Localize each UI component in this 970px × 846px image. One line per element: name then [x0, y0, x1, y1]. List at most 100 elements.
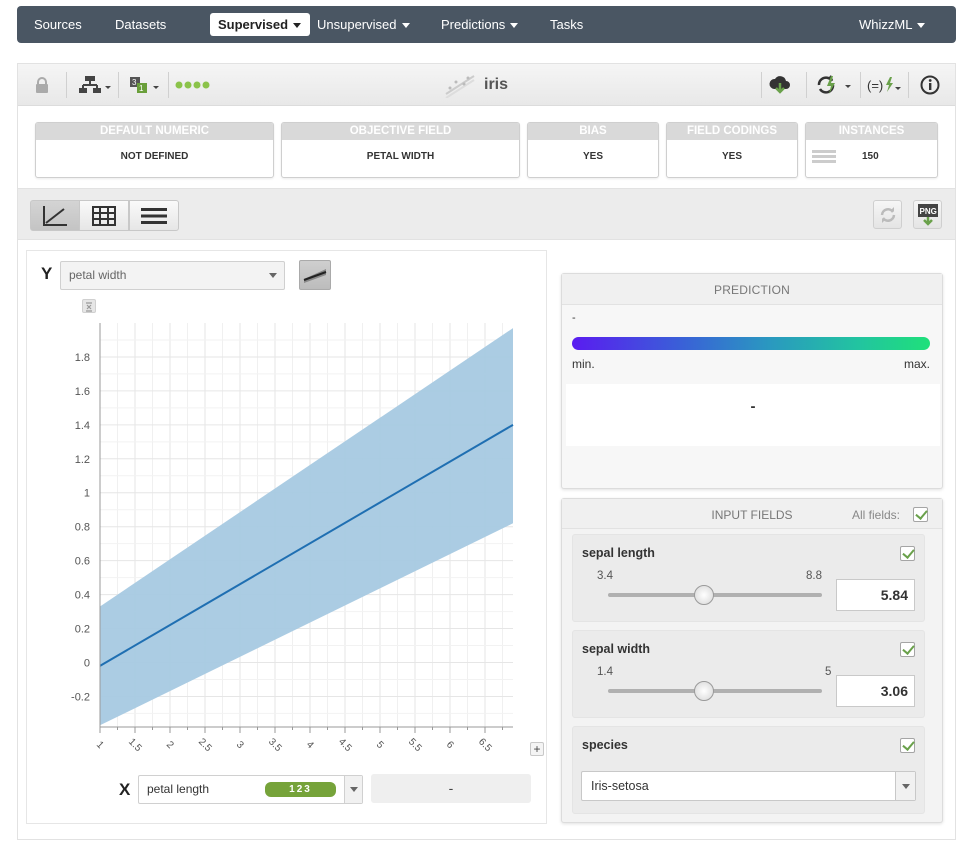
chevron-down-icon	[917, 23, 926, 29]
summary-header: BIAS	[528, 123, 658, 140]
status-dots-icon	[175, 71, 211, 99]
list-icon	[141, 207, 167, 224]
refresh-icon	[880, 206, 895, 223]
nav-tasks[interactable]: Tasks	[550, 6, 583, 43]
x-tick-label: 4	[304, 739, 316, 751]
x-value-display: -	[371, 774, 531, 803]
all-fields-label: All fields:	[851, 508, 900, 522]
nav-tasks-label: Tasks	[550, 17, 584, 32]
nav-predictions[interactable]: Predictions	[441, 6, 519, 43]
chart-view-button[interactable]	[30, 200, 80, 231]
resource-toolbar: 31 iris (=)	[18, 64, 955, 106]
nav-unsupervised[interactable]: Unsupervised	[317, 6, 410, 43]
nav-datasets-label: Datasets	[115, 17, 167, 32]
regression-chart: 1 1.5 2 2.5 3 3.5 4 4.5 5 5.5 6 6.5 -0.2 0 0.2 0.4 0.6 0.…	[71, 323, 514, 754]
refresh-button[interactable]	[873, 200, 902, 229]
slider-max-label: 8.8	[806, 570, 822, 582]
scale-max-label: max.	[903, 357, 930, 371]
nav-whizzml[interactable]: WhizzML	[859, 6, 926, 43]
y-tick-label: 1	[84, 488, 90, 500]
x-tick-label: 1	[94, 739, 106, 751]
lock-icon[interactable]	[32, 71, 52, 99]
prediction-color-scale	[572, 337, 930, 350]
input-field-species: species Iris-setosa	[572, 726, 925, 814]
summary-instances: INSTANCES 150	[805, 122, 938, 178]
summary-header: DEFAULT NUMERIC	[36, 123, 273, 140]
x-tick-label: 3	[234, 739, 246, 751]
resource-title: iris	[444, 64, 508, 106]
x-tick-label: 2.5	[196, 736, 214, 754]
summary-value: PETAL WIDTH	[366, 151, 435, 162]
chevron-down-icon	[895, 772, 915, 800]
input-fields-panel: INPUT FIELDS All fields: sepal length 3.…	[561, 498, 943, 823]
batch-predict-icon[interactable]	[815, 71, 855, 99]
field-importance-icon[interactable]: 31	[128, 71, 164, 99]
field-checkbox[interactable]	[900, 642, 915, 657]
png-export-button[interactable]: PNG	[913, 200, 942, 229]
x-field-select[interactable]: petal length 123	[138, 775, 363, 804]
main-panel: 31 iris (=) DEFAULT NUMERIC NOT DEFINED …	[17, 63, 956, 840]
x-tick-label: 3.5	[266, 736, 284, 754]
input-field-sepal-width: sepal width 1.4 5 3.06	[572, 630, 925, 718]
input-fields-header: INPUT FIELDS All fields:	[562, 499, 942, 529]
summary-value: YES	[721, 151, 742, 162]
field-name: sepal width	[582, 642, 651, 656]
slider-min-label: 3.4	[597, 570, 613, 582]
nav-predictions-label: Predictions	[441, 17, 506, 32]
svg-text:1: 1	[139, 84, 144, 93]
all-fields-checkbox[interactable]	[913, 507, 928, 522]
slider-min-label: 1.4	[597, 666, 613, 678]
x-tick-label: 4.5	[336, 736, 354, 754]
download-cloud-icon[interactable]	[768, 71, 792, 99]
summary-header: INSTANCES	[806, 123, 937, 140]
summary-value: 150	[862, 151, 879, 162]
x-tick-label: 1.5	[126, 736, 144, 754]
nav-supervised[interactable]: Supervised	[210, 13, 310, 36]
y-tick-label: 0	[84, 657, 90, 669]
formula-predict-icon[interactable]: (=)	[866, 71, 902, 99]
y-tick-label: 1.4	[75, 420, 90, 432]
plus-icon: +	[533, 742, 541, 756]
summary-value: YES	[582, 151, 603, 162]
slider-handle[interactable]	[694, 585, 715, 605]
x-tick-label: 2	[164, 739, 176, 751]
slider-track[interactable]	[608, 689, 822, 693]
summary-header: FIELD CODINGS	[667, 123, 797, 140]
field-checkbox[interactable]	[900, 738, 915, 753]
y-tick-label: 0.4	[75, 590, 90, 602]
nav-whizzml-label: WhizzML	[859, 17, 913, 32]
line-chart-icon	[43, 205, 67, 226]
table-view-button[interactable]	[79, 200, 129, 231]
y-tick-label: 0.8	[75, 522, 90, 534]
info-icon[interactable]	[919, 71, 941, 99]
y-tick-label: 1.8	[75, 352, 90, 364]
nav-datasets[interactable]: Datasets	[115, 6, 166, 43]
chevron-down-icon	[401, 23, 410, 29]
view-toolbar: PNG	[18, 188, 955, 240]
expand-x-button[interactable]: +	[530, 742, 544, 756]
species-select[interactable]: Iris-setosa	[581, 771, 916, 801]
x-tick-label: 5	[374, 739, 386, 751]
list-view-button[interactable]	[129, 200, 179, 231]
field-name: species	[582, 738, 628, 752]
slider-handle[interactable]	[694, 681, 715, 701]
nav-sources-label: Sources	[34, 17, 82, 32]
input-fields-title: INPUT FIELDS	[711, 508, 793, 522]
x-tick-label: 6	[444, 739, 456, 751]
summary-objective-field: OBJECTIVE FIELD PETAL WIDTH	[281, 122, 520, 178]
nav-supervised-label: Supervised	[218, 17, 289, 32]
x-tick-label: 5.5	[406, 736, 424, 754]
svg-text:PNG: PNG	[919, 207, 936, 216]
png-download-icon: PNG	[917, 203, 938, 226]
nav-sources[interactable]: Sources	[34, 6, 82, 43]
numeric-input[interactable]: 5.84	[836, 579, 915, 611]
summary-bias: BIAS YES	[527, 122, 659, 178]
resource-title-text: iris	[484, 76, 509, 93]
numeric-input[interactable]: 3.06	[836, 675, 915, 707]
field-checkbox[interactable]	[900, 546, 915, 561]
model-tree-icon[interactable]	[78, 71, 114, 99]
slider-track[interactable]	[608, 593, 822, 597]
scale-min-label: min.	[572, 357, 595, 371]
chevron-down-icon	[350, 787, 358, 792]
svg-text:(=): (=)	[867, 78, 883, 93]
